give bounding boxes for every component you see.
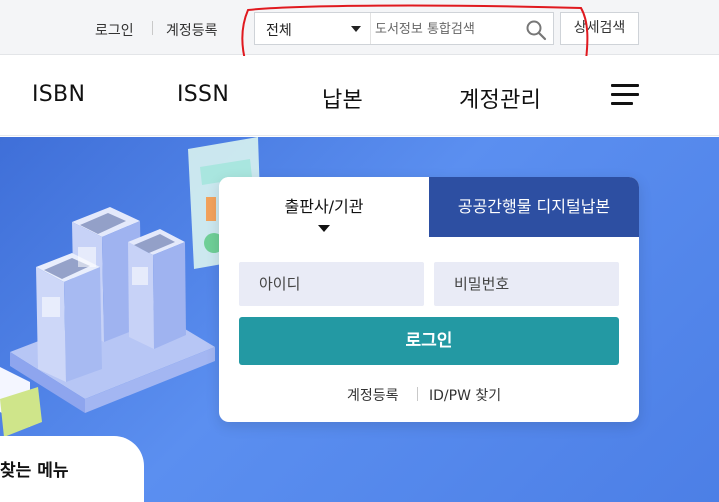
tab-digital-deposit[interactable]: 공공간행물 디지털납본 xyxy=(429,177,639,237)
register-link[interactable]: 계정등록 xyxy=(166,20,218,40)
divider xyxy=(417,387,418,401)
main-navigation: ISBN ISSN 납본 계정관리 xyxy=(0,56,719,136)
login-link[interactable]: 로그인 xyxy=(95,20,134,40)
nav-item-isbn[interactable]: ISBN xyxy=(32,82,85,107)
register-link[interactable]: 계정등록 xyxy=(347,385,399,405)
nav-item-issn[interactable]: ISSN xyxy=(177,82,229,107)
find-id-pw-link[interactable]: ID/PW 찾기 xyxy=(429,385,501,405)
caret-down-icon xyxy=(318,225,330,232)
login-button[interactable]: 로그인 xyxy=(239,317,619,365)
menu-icon[interactable] xyxy=(611,84,639,108)
id-field[interactable] xyxy=(239,262,424,306)
password-field[interactable] xyxy=(434,262,619,306)
quick-menu-title: 찾는 메뉴 xyxy=(0,461,69,481)
login-card: 출판사/기관 공공간행물 디지털납본 로그인 계정등록 ID/PW 찾기 xyxy=(219,177,639,422)
nav-item-deposit[interactable]: 납본 xyxy=(322,82,363,114)
divider xyxy=(152,21,153,35)
nav-item-account[interactable]: 계정관리 xyxy=(459,82,541,114)
